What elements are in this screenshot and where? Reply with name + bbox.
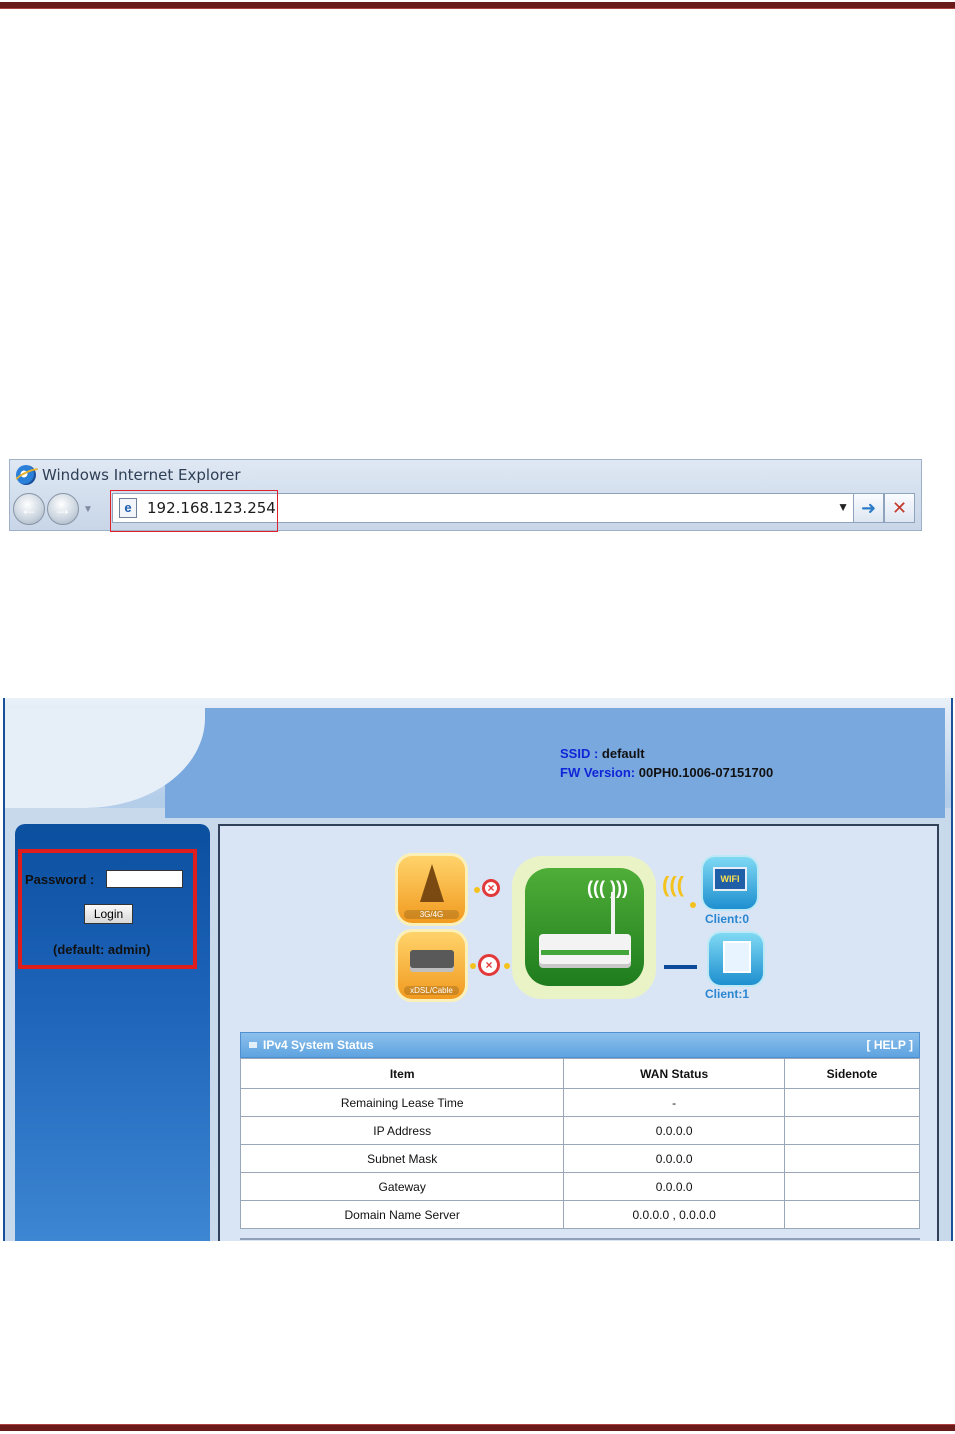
- wan-dsl-label: xDSL/Cable: [404, 986, 459, 995]
- password-label: Password :: [25, 872, 95, 887]
- default-password-hint: (default: admin): [53, 942, 151, 957]
- back-button[interactable]: ←: [13, 493, 45, 525]
- stop-button[interactable]: ✕: [884, 493, 915, 523]
- table-row: IP Address 0.0.0.0: [239, 1116, 921, 1145]
- table-cell: [783, 1200, 921, 1229]
- table-cell: 0.0.0.0: [563, 1172, 785, 1201]
- address-highlight-box: [110, 490, 278, 532]
- computer-icon: [723, 941, 751, 973]
- fw-info: FW Version: 00PH0.1006-07151700: [560, 765, 773, 780]
- cell-tower-icon: [420, 864, 444, 902]
- wifi-client-tile[interactable]: WIFI: [703, 857, 757, 909]
- table-row: Remaining Lease Time -: [239, 1088, 921, 1117]
- table-cell: Remaining Lease Time: [239, 1088, 565, 1117]
- wifi-client-count: Client:0: [705, 912, 750, 926]
- table-cell: -: [563, 1088, 785, 1117]
- table-cell: [783, 1088, 921, 1117]
- router-body: [539, 934, 631, 964]
- browser-title: Windows Internet Explorer: [42, 466, 241, 484]
- wan-3g-tile[interactable]: 3G/4G: [398, 856, 465, 923]
- link-dot: [474, 887, 480, 893]
- fw-value: 00PH0.1006-07151700: [638, 765, 774, 780]
- ipv4-status-panel: IPv4 System Status [ HELP ] Item WAN Sta…: [239, 1032, 921, 1229]
- table-row: Domain Name Server 0.0.0.0 , 0.0.0.0: [239, 1200, 921, 1229]
- table-row: Subnet Mask 0.0.0.0: [239, 1144, 921, 1173]
- wifi-signal-icon: (((: [662, 872, 684, 897]
- column-header: WAN Status: [563, 1058, 785, 1089]
- table-cell: [783, 1144, 921, 1173]
- page-top-rule: [0, 2, 955, 9]
- disconnected-icon: ×: [478, 954, 500, 976]
- table-cell: 0.0.0.0 , 0.0.0.0: [563, 1200, 785, 1229]
- password-input[interactable]: [106, 870, 183, 888]
- lan-client-count: Client:1: [705, 987, 750, 1001]
- table-cell: Gateway: [239, 1172, 565, 1201]
- status-table: Item WAN Status Sidenote Remaining Lease…: [239, 1058, 921, 1229]
- link-dot: [470, 963, 476, 969]
- ssid-info: SSID : default: [560, 746, 645, 761]
- panel-bullet-icon: [249, 1042, 257, 1048]
- main-panel: 3G/4G × xDSL/Cable × ((( ))) ((( WIFI Cl…: [218, 824, 939, 1241]
- wireless-signal-icon: ((( ))): [587, 878, 628, 898]
- go-button[interactable]: ➜: [853, 493, 884, 523]
- browser-titlebar: Windows Internet Explorer: [16, 463, 241, 487]
- disconnected-icon: ×: [482, 879, 500, 897]
- help-link[interactable]: [ HELP ]: [867, 1038, 913, 1052]
- laptop-icon: WIFI: [713, 867, 747, 891]
- address-dropdown-icon[interactable]: ▼: [837, 500, 849, 514]
- ethernet-link: [664, 965, 697, 969]
- table-cell: [783, 1116, 921, 1145]
- table-cell: IP Address: [239, 1116, 565, 1145]
- router-icon: ((( ))): [525, 868, 644, 986]
- table-cell: [783, 1172, 921, 1201]
- wan-dsl-tile[interactable]: xDSL/Cable: [398, 932, 465, 999]
- table-header-row: Item WAN Status Sidenote: [239, 1058, 921, 1089]
- table-row: Gateway 0.0.0.0: [239, 1172, 921, 1201]
- modem-icon: [410, 950, 454, 968]
- ssid-label: SSID :: [560, 746, 599, 761]
- section-divider: [240, 1238, 920, 1240]
- wan-3g-label: 3G/4G: [404, 910, 459, 919]
- table-cell: Domain Name Server: [239, 1200, 565, 1229]
- table-cell: Subnet Mask: [239, 1144, 565, 1173]
- page-bottom-rule: [0, 1424, 955, 1431]
- status-panel-title: IPv4 System Status: [263, 1038, 374, 1052]
- nav-buttons: ← → ▼: [13, 492, 95, 526]
- lan-client-tile[interactable]: [709, 933, 763, 985]
- status-panel-header: IPv4 System Status [ HELP ]: [240, 1032, 920, 1058]
- column-header: Item: [239, 1058, 565, 1089]
- internet-explorer-icon: [16, 465, 36, 485]
- table-cell: 0.0.0.0: [563, 1144, 785, 1173]
- history-dropdown-icon[interactable]: ▼: [81, 504, 95, 515]
- link-dot: [690, 902, 696, 908]
- header-banner: [165, 708, 945, 818]
- table-cell: 0.0.0.0: [563, 1116, 785, 1145]
- forward-button[interactable]: →: [47, 493, 79, 525]
- status-panel-title-wrap: IPv4 System Status: [249, 1038, 374, 1052]
- fw-label: FW Version:: [560, 765, 636, 780]
- login-button[interactable]: Login: [84, 904, 133, 924]
- antenna: [611, 892, 615, 938]
- link-dot: [504, 963, 510, 969]
- router-stripe: [541, 950, 629, 955]
- router-web-ui: SSID : default FW Version: 00PH0.1006-07…: [3, 698, 953, 1241]
- column-header: Sidenote: [783, 1058, 921, 1089]
- ssid-value: default: [601, 746, 645, 761]
- router-tile[interactable]: ((( ))): [512, 856, 656, 999]
